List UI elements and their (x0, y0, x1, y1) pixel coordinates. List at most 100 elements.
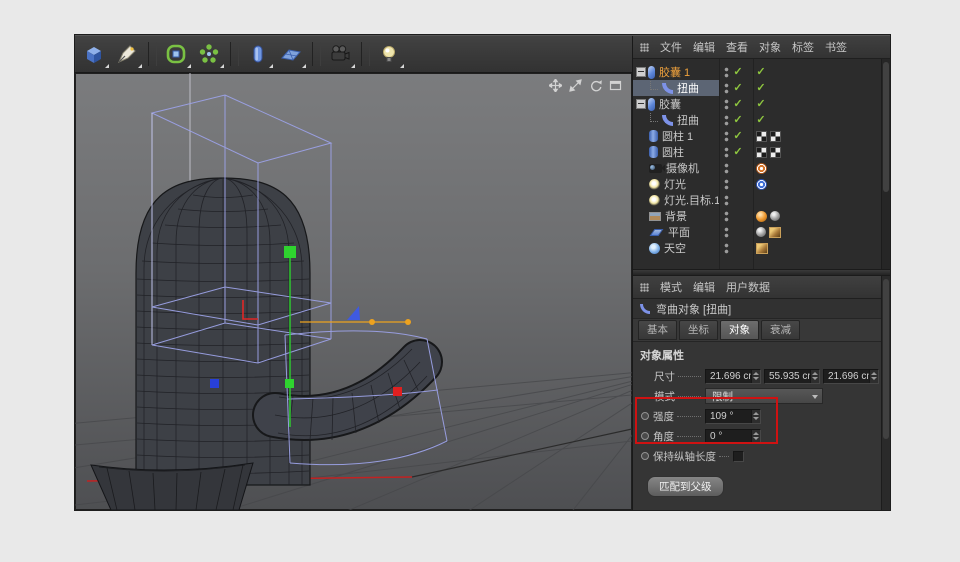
om-menu-tags[interactable]: 标签 (792, 39, 814, 55)
enable-check-icon[interactable]: ✓ (733, 115, 743, 126)
stepper-icon[interactable] (869, 370, 878, 383)
visibility-dots-icon[interactable] (724, 195, 729, 206)
enable-check-icon[interactable]: ✓ (733, 147, 743, 158)
array-tool-button[interactable] (195, 39, 225, 69)
om-menu-file[interactable]: 文件 (660, 39, 682, 55)
keyframe-circle-icon[interactable] (641, 412, 649, 420)
angle-field[interactable]: 0 ° (705, 429, 761, 444)
object-item[interactable]: 扭曲 (633, 112, 719, 128)
object-item[interactable]: 天空 (633, 240, 719, 256)
object-item[interactable]: 平面 (633, 224, 719, 240)
pan-icon[interactable] (549, 79, 562, 92)
stepper-icon[interactable] (810, 370, 819, 383)
object-item-selected[interactable]: 扭曲 (633, 80, 719, 96)
light-tool-button[interactable] (375, 39, 405, 69)
checker-texture-tag-icon[interactable] (756, 147, 767, 158)
y-axis-handle[interactable] (284, 246, 296, 258)
tab-falloff[interactable]: 衰减 (761, 320, 800, 340)
keyframe-circle-icon[interactable] (641, 432, 649, 440)
subdivision-surface-tool-button[interactable] (162, 39, 192, 69)
scene-canvas[interactable] (75, 73, 632, 510)
enable-check-icon[interactable]: ✓ (756, 83, 766, 94)
maximize-icon[interactable] (609, 79, 622, 92)
visibility-dots-icon[interactable] (724, 131, 729, 142)
plane-handle-red[interactable] (393, 387, 402, 396)
enable-check-icon[interactable]: ✓ (733, 67, 743, 78)
visibility-dots-icon[interactable] (724, 83, 729, 94)
panel-menu-icon[interactable] (640, 283, 649, 292)
object-item[interactable]: 摄像机 (633, 160, 719, 176)
object-item[interactable]: 胶囊 (633, 96, 719, 112)
tab-basic[interactable]: 基本 (638, 320, 677, 340)
visibility-dots-icon[interactable] (724, 115, 729, 126)
pen-tool-button[interactable] (113, 39, 143, 69)
viewport-3d[interactable] (75, 73, 632, 510)
size-x-field[interactable]: 21.696 cm (705, 369, 761, 384)
visibility-dots-icon[interactable] (724, 67, 729, 78)
tab-object[interactable]: 对象 (720, 320, 759, 340)
checker-texture-tag-icon[interactable] (756, 131, 767, 142)
tab-coord[interactable]: 坐标 (679, 320, 718, 340)
om-menu-edit[interactable]: 编辑 (693, 39, 715, 55)
checker-texture-tag-icon[interactable] (770, 147, 781, 158)
strength-field[interactable]: 109 ° (705, 409, 761, 424)
capsule-tool-button[interactable] (244, 39, 274, 69)
om-scrollbar[interactable] (881, 59, 890, 269)
plane-tool-button[interactable] (277, 39, 307, 69)
plane-handle-blue[interactable] (210, 379, 219, 388)
rotate-icon[interactable] (589, 79, 602, 92)
material-tag-orange-icon[interactable] (756, 211, 767, 222)
size-y-field[interactable]: 55.935 cm (764, 369, 820, 384)
enable-check-icon[interactable]: ✓ (733, 83, 743, 94)
keyframe-circle-icon[interactable] (641, 452, 649, 460)
stepper-icon[interactable] (751, 410, 760, 423)
object-item[interactable]: 灯光.目标.1 (633, 192, 719, 208)
flower-pot-mesh[interactable] (91, 463, 253, 510)
stepper-icon[interactable] (751, 370, 760, 383)
keep-length-checkbox[interactable] (733, 451, 744, 462)
origin-handle-green[interactable] (285, 379, 294, 388)
collapse-icon[interactable] (636, 99, 646, 109)
target-tag-blue-icon[interactable] (756, 179, 767, 190)
zoom-icon[interactable] (569, 79, 582, 92)
texture-thumb-tag-icon[interactable] (769, 227, 781, 238)
size-z-field[interactable]: 21.696 cm (823, 369, 879, 384)
enable-check-icon[interactable]: ✓ (756, 99, 766, 110)
z-axis-arrow[interactable] (347, 306, 360, 320)
am-scrollbar[interactable] (881, 276, 890, 510)
enable-check-icon[interactable]: ✓ (756, 115, 766, 126)
object-item[interactable]: 胶囊 1 (633, 64, 719, 80)
om-menu-objects[interactable]: 对象 (759, 39, 781, 55)
panel-splitter[interactable] (633, 269, 890, 276)
visibility-dots-icon[interactable] (724, 179, 729, 190)
visibility-dots-icon[interactable] (724, 147, 729, 158)
strength-dot[interactable] (369, 319, 375, 325)
am-menu-edit[interactable]: 编辑 (693, 279, 715, 295)
enable-check-icon[interactable]: ✓ (733, 99, 743, 110)
target-tag-icon[interactable] (756, 163, 767, 174)
stepper-icon[interactable] (751, 430, 760, 443)
strength-end-dot[interactable] (405, 319, 411, 325)
om-menu-bookmarks[interactable]: 书签 (825, 39, 847, 55)
cube-tool-button[interactable] (80, 39, 110, 69)
visibility-dots-icon[interactable] (724, 99, 729, 110)
visibility-dots-icon[interactable] (724, 243, 729, 254)
panel-menu-icon[interactable] (640, 43, 649, 52)
object-item[interactable]: 圆柱 (633, 144, 719, 160)
visibility-dots-icon[interactable] (724, 163, 729, 174)
visibility-dots-icon[interactable] (724, 211, 729, 222)
am-menu-mode[interactable]: 模式 (660, 279, 682, 295)
om-menu-view[interactable]: 查看 (726, 39, 748, 55)
checker-texture-tag-icon[interactable] (770, 131, 781, 142)
am-scrollbar-thumb[interactable] (883, 279, 889, 439)
om-scrollbar-thumb[interactable] (883, 62, 889, 192)
object-item[interactable]: 圆柱 1 (633, 128, 719, 144)
texture-thumb-tag-icon[interactable] (756, 243, 768, 254)
fit-to-parent-button[interactable]: 匹配到父级 (647, 476, 724, 497)
compositing-tag-icon[interactable] (756, 227, 766, 237)
collapse-icon[interactable] (636, 67, 646, 77)
object-item[interactable]: 背景 (633, 208, 719, 224)
enable-check-icon[interactable]: ✓ (756, 67, 766, 78)
visibility-dots-icon[interactable] (724, 227, 729, 238)
mode-dropdown[interactable]: 限制 (705, 388, 823, 404)
